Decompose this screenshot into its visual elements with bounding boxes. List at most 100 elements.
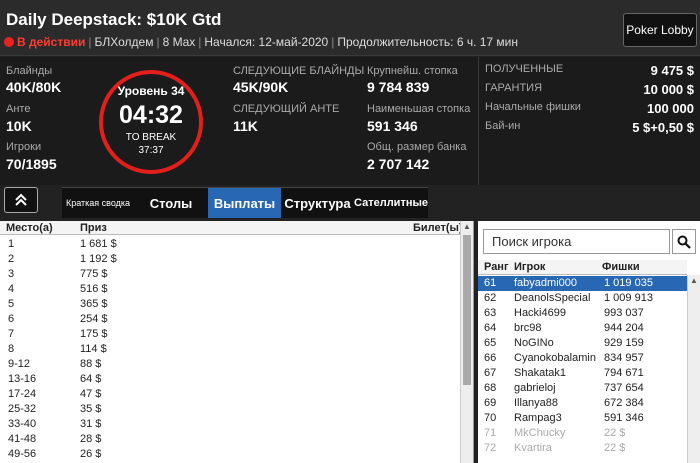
players-value: 70/1895	[6, 156, 57, 172]
chips-cell: 944 204	[604, 322, 644, 334]
table-row: 17-24 47 $	[0, 387, 460, 402]
prize-cell: 35 $	[80, 403, 102, 415]
blinds-label: Блайнды	[6, 65, 53, 77]
payouts-scrollbar[interactable]: ▲	[460, 221, 473, 463]
prize-cell: 64 $	[80, 373, 102, 385]
tab-structure[interactable]: Структура	[281, 187, 354, 218]
header-place[interactable]: Место(а)	[6, 222, 53, 234]
prize-cell: 31 $	[80, 418, 102, 430]
place-cell: 2	[8, 253, 15, 265]
chips-cell: 794 671	[604, 367, 644, 379]
live-status-icon	[4, 37, 14, 47]
next-ante-label: СЛЕДУЮЩИЙ АНТЕ	[233, 103, 340, 115]
received-label: ПОЛУЧЕННЫЕ	[485, 63, 564, 75]
tab-tables[interactable]: Столы	[134, 187, 208, 218]
search-button[interactable]	[672, 229, 696, 254]
player-row[interactable]: 72 Kvartira 22 $	[478, 441, 687, 456]
game-type: БЛХолдем	[94, 35, 154, 49]
table-row: 4 516 $	[0, 282, 460, 297]
prize-cell: 775 $	[80, 268, 108, 280]
player-row[interactable]: 64 brc98 944 204	[478, 321, 687, 336]
chips-cell: 1 019 035	[604, 277, 653, 289]
header-prize[interactable]: Приз	[80, 222, 107, 234]
header-chips[interactable]: Фишки	[602, 261, 640, 273]
title-bar: Daily Deepstack: $10K Gtd В действии | БЛХ…	[0, 0, 700, 56]
table-row: 2 1 192 $	[0, 252, 460, 267]
place-cell: 3	[8, 268, 15, 280]
chips-cell: 834 957	[604, 352, 644, 364]
table-row: 8 114 $	[0, 342, 460, 357]
player-row[interactable]: 62 DeanolsSpecial 1 009 913	[478, 291, 687, 306]
player-row[interactable]: 63 Hacki4699 993 037	[478, 306, 687, 321]
place-cell: 8	[8, 343, 15, 355]
player-row[interactable]: 71 MkChucky 22 $	[478, 426, 687, 441]
tournament-title: Daily Deepstack: $10K Gtd	[6, 10, 222, 29]
rank-cell: 62	[484, 292, 497, 304]
break-timer: 37:37	[138, 145, 164, 156]
player-cell: brc98	[514, 322, 542, 334]
player-row[interactable]: 69 Illanya88 672 384	[478, 396, 687, 411]
tournament-lobby-window: Daily Deepstack: $10K Gtd В действии | БЛХ…	[0, 0, 700, 463]
place-cell: 4	[8, 283, 15, 295]
received-value: 9 475 $	[650, 63, 694, 78]
players-header: Ранг Игрок Фишки	[478, 260, 687, 275]
prize-cell: 254 $	[80, 313, 108, 325]
tab-payouts[interactable]: Выплаты	[208, 187, 281, 218]
ante-label: Анте	[6, 103, 31, 115]
scroll-up-icon[interactable]: ▲	[688, 275, 700, 287]
chips-cell: 672 384	[604, 397, 644, 409]
rank-cell: 71	[484, 427, 497, 439]
rank-cell: 66	[484, 352, 497, 364]
chips-cell: 591 346	[604, 412, 644, 424]
scrollbar-thumb[interactable]	[463, 235, 471, 385]
next-ante-value: 11K	[233, 118, 258, 134]
place-cell: 17-24	[8, 388, 37, 400]
ante-value: 10K	[6, 118, 32, 134]
player-row[interactable]: 70 Rampag3 591 346	[478, 411, 687, 426]
prize-cell: 88 $	[80, 358, 102, 370]
player-row[interactable]: 65 NoGINo 929 159	[478, 336, 687, 351]
prize-cell: 114 $	[80, 343, 107, 355]
largest-stack-value: 9 784 839	[367, 79, 430, 95]
player-row[interactable]: 61 fabyadmi000 1 019 035	[478, 276, 687, 291]
place-cell: 1	[8, 238, 15, 250]
table-row: 6 254 $	[0, 312, 460, 327]
blinds-value: 40K/80K	[6, 79, 62, 95]
chips-cell: 993 037	[604, 307, 644, 319]
table-row: 41-48 28 $	[0, 432, 460, 447]
player-row[interactable]: 68 gabrieloj 737 654	[478, 381, 687, 396]
payouts-header: Место(а) Приз Билет(ы)	[0, 221, 463, 235]
table-row: 7 175 $	[0, 327, 460, 342]
status-text: В действии	[17, 35, 86, 49]
collapse-button[interactable]	[4, 187, 38, 213]
player-row[interactable]: 67 Shakatak1 794 671	[478, 366, 687, 381]
table-row: 33-40 31 $	[0, 417, 460, 432]
pot-label: Общ. размер банка	[367, 141, 467, 153]
prize-cell: 1 681 $	[80, 238, 117, 250]
search-icon	[677, 235, 691, 249]
place-cell: 41-48	[8, 433, 37, 445]
tab-satellites[interactable]: Сателлитные	[354, 187, 428, 218]
prize-cell: 47 $	[80, 388, 102, 400]
chips-cell: 22 $	[604, 442, 626, 454]
prize-cell: 516 $	[80, 283, 108, 295]
poker-lobby-button[interactable]: Poker Lobby	[623, 13, 697, 47]
rank-cell: 72	[484, 442, 497, 454]
scroll-up-icon[interactable]: ▲	[461, 221, 473, 233]
tournament-info-line: В действии | БЛХолдем | 8 Max | Начался: 12-ма…	[4, 35, 518, 49]
player-search-input[interactable]: Поиск игрока	[483, 229, 670, 254]
tab-summary[interactable]: Краткая сводка	[62, 187, 134, 218]
players-scrollbar[interactable]: ▲	[687, 275, 700, 463]
header-tickets[interactable]: Билет(ы)	[413, 222, 463, 234]
table-row: 49-56 26 $	[0, 447, 460, 462]
place-cell: 9-12	[8, 358, 31, 370]
player-row[interactable]: 66 Cyanokobalamin 834 957	[478, 351, 687, 366]
smallest-stack-label: Наименьшая стопка	[367, 103, 471, 115]
table-row: 5 365 $	[0, 297, 460, 312]
header-player[interactable]: Игрок	[514, 261, 545, 273]
place-cell: 6	[8, 313, 15, 325]
level-timer: 04:32	[119, 101, 183, 129]
header-rank[interactable]: Ранг	[484, 261, 509, 273]
rank-cell: 70	[484, 412, 497, 424]
rank-cell: 68	[484, 382, 497, 394]
